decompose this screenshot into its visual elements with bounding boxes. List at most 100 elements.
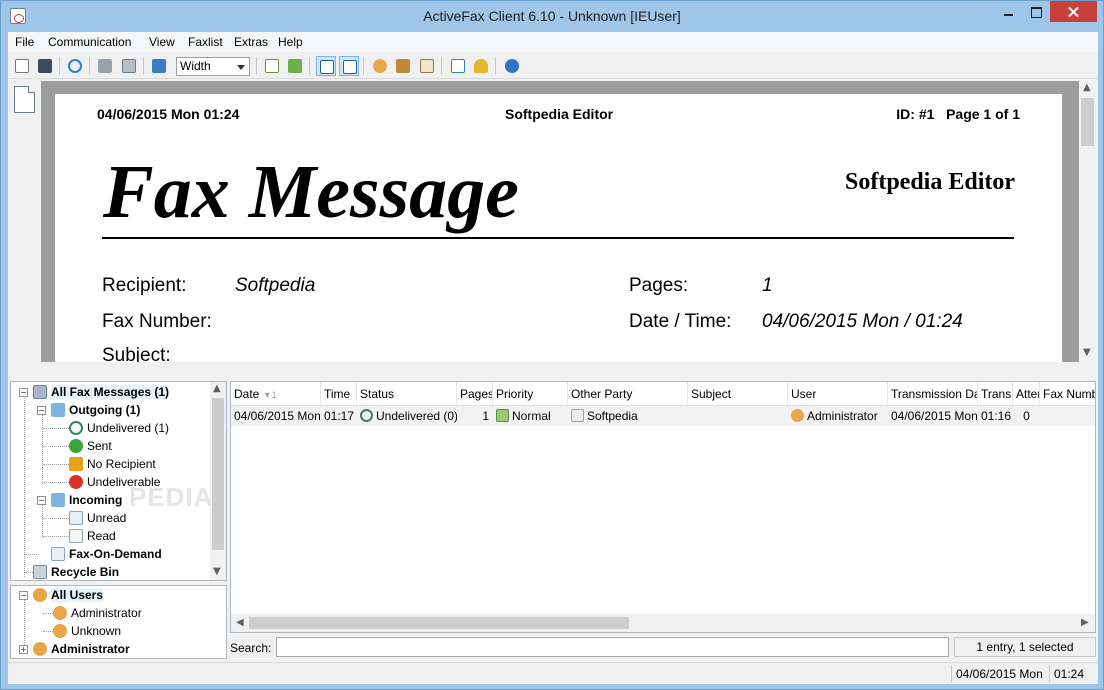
- help-icon[interactable]: [502, 56, 522, 76]
- scroll-left-icon[interactable]: ◀: [236, 617, 244, 628]
- menu-view[interactable]: View: [149, 35, 175, 49]
- col-date[interactable]: Date ▼1: [231, 382, 321, 406]
- tree-item-recycle-bin[interactable]: Recycle Bin: [33, 563, 119, 580]
- tree-item-administrator-group[interactable]: Administrator: [33, 640, 130, 658]
- users-icon: [33, 588, 47, 602]
- notes-icon[interactable]: [417, 56, 437, 76]
- fax-number-label: Fax Number:: [102, 311, 212, 332]
- scroll-down-icon[interactable]: ▼: [1083, 347, 1091, 358]
- scroll-up-icon[interactable]: ▲: [1083, 82, 1091, 93]
- tree-item-label: Administrator: [71, 606, 142, 620]
- watermark: PEDIA: [129, 482, 214, 512]
- users-icon[interactable]: [370, 56, 390, 76]
- close-button[interactable]: [1050, 1, 1097, 22]
- preview-area: 04/06/2015 Mon 01:24 Softpedia Editor ID…: [8, 81, 1098, 409]
- collapse-outgoing[interactable]: −: [37, 406, 46, 415]
- tree-item-all-users[interactable]: All Users: [33, 586, 104, 604]
- title-bar[interactable]: ActiveFax Client 6.10 - Unknown [IEUser]: [1, 1, 1103, 32]
- preview-vertical-scrollbar[interactable]: ▲ ▼: [1079, 81, 1096, 362]
- recipient-label: Recipient:: [102, 275, 187, 296]
- tree-item-label: Outgoing (1): [69, 403, 141, 417]
- cell-fax-number: [1040, 406, 1095, 426]
- cell-transmission-time: 01:16: [981, 409, 1012, 423]
- new-document-icon[interactable]: [12, 56, 32, 76]
- col-status[interactable]: Status: [357, 382, 457, 406]
- recycle-bin-icon: [33, 565, 47, 579]
- users-tree[interactable]: − All Users Administrator Unknown + Admi…: [10, 585, 227, 659]
- undelivered-icon: [360, 409, 373, 422]
- zoom-select[interactable]: Width: [176, 57, 250, 76]
- chevron-down-icon: [237, 65, 245, 70]
- col-subject[interactable]: Subject: [688, 382, 788, 406]
- page-thumbnail-icon[interactable]: [14, 86, 35, 113]
- phonebook-icon[interactable]: [393, 56, 413, 76]
- col-fax-number[interactable]: Fax Numbe: [1040, 382, 1095, 406]
- col-time[interactable]: Time: [321, 382, 357, 406]
- tree-item-label: Read: [87, 529, 116, 543]
- pages-value: 1: [762, 275, 773, 296]
- menu-extras[interactable]: Extras: [234, 35, 268, 49]
- list-scroll-thumb[interactable]: [249, 617, 629, 629]
- save-icon[interactable]: [35, 56, 55, 76]
- collapse-all-messages[interactable]: −: [19, 388, 28, 397]
- tree-item-incoming[interactable]: Incoming: [51, 491, 122, 509]
- fax-list[interactable]: Date ▼1 Time Status Pages Priority Other…: [230, 381, 1096, 633]
- add-fax-icon[interactable]: [262, 56, 282, 76]
- collapse-all-users[interactable]: −: [19, 591, 28, 600]
- collapse-incoming[interactable]: −: [37, 496, 46, 505]
- preview-scroll-thumb[interactable]: [1081, 98, 1094, 146]
- key-icon[interactable]: [471, 56, 491, 76]
- tree-item-sent[interactable]: Sent: [69, 437, 112, 455]
- preview-horizontal-scrollbar[interactable]: [41, 362, 1079, 379]
- tree-item-label: Fax-On-Demand: [69, 547, 162, 561]
- print-preview-icon[interactable]: [119, 56, 139, 76]
- options-icon[interactable]: [448, 56, 468, 76]
- col-pages[interactable]: Pages: [457, 382, 493, 406]
- menu-faxlist[interactable]: Faxlist: [188, 35, 223, 49]
- recipient-value: Softpedia: [235, 275, 316, 296]
- menu-help[interactable]: Help: [278, 35, 303, 49]
- search-input[interactable]: [276, 637, 949, 657]
- zoom-icon[interactable]: [339, 56, 359, 76]
- menu-communication[interactable]: Communication: [48, 35, 131, 49]
- scroll-up-icon[interactable]: ▲: [213, 383, 221, 394]
- priority-text: Normal: [512, 409, 551, 423]
- tree-item-unread[interactable]: Unread: [69, 509, 126, 527]
- list-horizontal-scrollbar[interactable]: ◀ ▶: [231, 614, 1095, 632]
- tree-scrollbar[interactable]: ▲ ▼: [210, 382, 226, 580]
- user-icon: [791, 409, 804, 422]
- col-transmission-date[interactable]: Transmission Date: [888, 382, 978, 406]
- minimize-button[interactable]: [995, 1, 1022, 22]
- folder-tree[interactable]: − All Fax Messages (1) − Outgoing (1) Un…: [10, 381, 227, 581]
- other-party-text: Softpedia: [587, 409, 638, 423]
- tree-item-no-recipient[interactable]: No Recipient: [69, 455, 156, 473]
- warning-icon: [69, 457, 83, 471]
- tree-item-user-unknown[interactable]: Unknown: [53, 622, 121, 640]
- tree-item-undelivered[interactable]: Undelivered (1): [69, 419, 169, 437]
- bottom-area: − All Fax Messages (1) − Outgoing (1) Un…: [8, 381, 1098, 684]
- add-image-icon[interactable]: [285, 56, 305, 76]
- print-icon[interactable]: [95, 56, 115, 76]
- tree-item-all-messages[interactable]: All Fax Messages (1): [33, 383, 170, 401]
- monitor-icon[interactable]: [149, 56, 169, 76]
- table-row[interactable]: 04/06/2015 Mon 01:17 Undelivered (0) 1 N…: [231, 406, 1095, 426]
- maximize-button[interactable]: [1023, 1, 1049, 22]
- tree-scroll-thumb[interactable]: [212, 398, 224, 550]
- menu-file[interactable]: File: [15, 35, 34, 49]
- fax-title: Fax Message: [103, 150, 519, 234]
- expand-administrator-group[interactable]: +: [19, 645, 28, 654]
- tree-item-fax-on-demand[interactable]: Fax-On-Demand: [51, 545, 162, 563]
- page-width-icon[interactable]: [316, 56, 336, 76]
- col-attempts[interactable]: Atter: [1013, 382, 1040, 406]
- scroll-right-icon[interactable]: ▶: [1081, 617, 1089, 628]
- col-other-party[interactable]: Other Party: [568, 382, 688, 406]
- col-transmission-time[interactable]: Transm: [978, 382, 1013, 406]
- refresh-icon[interactable]: [65, 56, 85, 76]
- tree-item-read[interactable]: Read: [69, 527, 116, 545]
- tree-item-outgoing[interactable]: Outgoing (1): [51, 401, 140, 419]
- col-priority[interactable]: Priority: [493, 382, 568, 406]
- tree-item-user-administrator[interactable]: Administrator: [53, 604, 142, 622]
- col-user[interactable]: User: [788, 382, 888, 406]
- fax-preview[interactable]: 04/06/2015 Mon 01:24 Softpedia Editor ID…: [41, 81, 1079, 362]
- scroll-down-icon[interactable]: ▼: [213, 566, 221, 577]
